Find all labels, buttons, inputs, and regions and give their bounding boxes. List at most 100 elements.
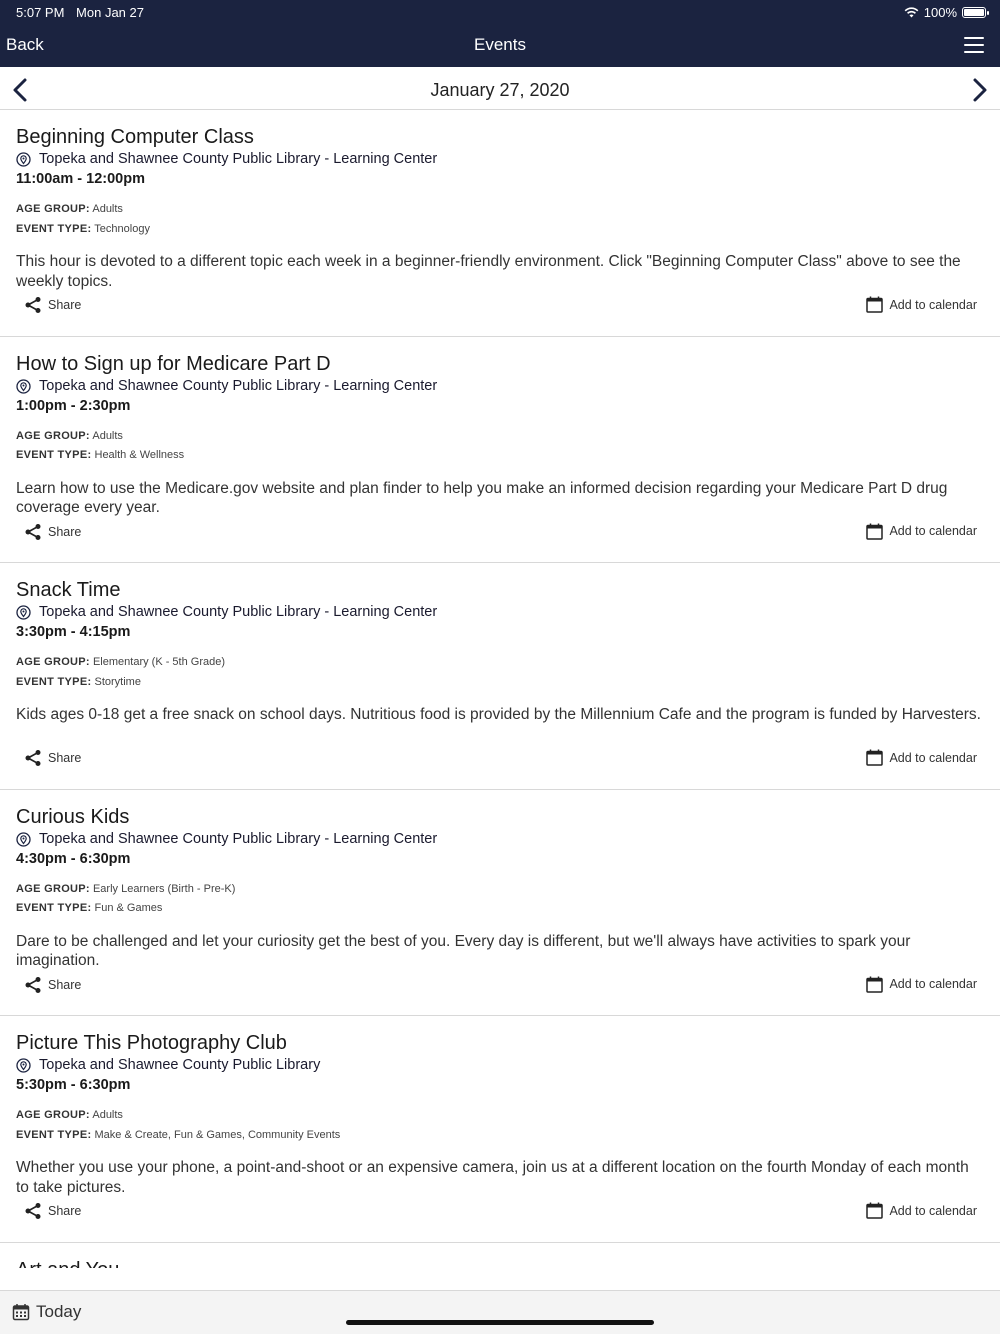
event-title[interactable]: Art and You (16, 1258, 984, 1269)
event-card[interactable]: Art and You (0, 1243, 1000, 1269)
share-button[interactable]: Share (24, 976, 81, 994)
calendar-icon (866, 1202, 884, 1219)
age-group-value: Elementary (K - 5th Grade) (92, 656, 226, 668)
add-to-calendar-label: Add to calendar (889, 297, 977, 312)
event-type-label: EVENT TYPE: (16, 902, 92, 914)
add-to-calendar-label: Add to calendar (889, 750, 977, 765)
age-group-label: AGE GROUP: (16, 203, 90, 215)
event-title[interactable]: Beginning Computer Class (16, 125, 984, 149)
event-location-text: Topeka and Shawnee County Public Library… (39, 377, 438, 394)
share-button[interactable]: Share (24, 1202, 81, 1220)
share-icon (25, 297, 41, 313)
add-to-calendar-label: Add to calendar (889, 977, 977, 991)
event-type-value: Storytime (94, 675, 141, 688)
age-group: AGE GROUP: Adults (16, 200, 984, 220)
event-list: Beginning Computer Class Topeka and Shawn… (0, 110, 1000, 1268)
event-location-text: Topeka and Shawnee County Public Library… (39, 604, 438, 620)
battery-percent: 100% (923, 5, 957, 20)
share-icon (25, 976, 41, 993)
calendar-icon (866, 296, 884, 313)
event-type: EVENT TYPE: Make & Create, Fun & Games, … (16, 1126, 984, 1146)
event-description: Whether you use your phone, a point-and-… (16, 1159, 969, 1196)
event-card[interactable]: Picture This Photography Club Topeka and … (0, 1016, 1000, 1243)
age-group-label: AGE GROUP: (16, 1109, 90, 1121)
share-button[interactable]: Share (24, 749, 81, 767)
share-button[interactable]: Share (24, 296, 81, 314)
location-pin-icon (16, 831, 31, 847)
event-description: Learn how to use the Medicare.gov websit… (16, 479, 948, 517)
age-group-label: AGE GROUP: (16, 882, 90, 895)
share-icon (25, 750, 41, 766)
event-title[interactable]: Snack Time (16, 578, 984, 602)
add-to-calendar-button[interactable]: Add to calendar (866, 523, 977, 540)
page-title: Events (474, 35, 526, 54)
event-location-text: Topeka and Shawnee County Public Library… (39, 151, 438, 167)
event-type-label: EVENT TYPE: (16, 1128, 92, 1141)
today-label: Today (36, 1302, 82, 1321)
add-to-calendar-button[interactable]: Add to calendar (866, 976, 977, 993)
event-title[interactable]: Curious Kids (16, 805, 984, 829)
event-type-label: EVENT TYPE: (16, 675, 92, 688)
share-label: Share (48, 524, 82, 539)
age-group-label: AGE GROUP: (16, 429, 90, 442)
age-group-value: Early Learners (Birth - Pre-K) (92, 882, 236, 895)
event-title[interactable]: Picture This Photography Club (16, 1031, 984, 1055)
status-bar-right: 100% (904, 5, 989, 20)
event-time: 3:30pm - 4:15pm (16, 624, 131, 640)
event-time: 11:00am - 12:00pm (16, 171, 145, 187)
event-actions: Share Add to calendar (16, 976, 984, 996)
event-location: Topeka and Shawnee County Public Library… (16, 603, 984, 622)
event-description: Dare to be challenged and let your curio… (16, 932, 911, 970)
calendar-icon (866, 523, 884, 540)
event-type: EVENT TYPE: Technology (16, 220, 984, 240)
event-type-value: Technology (94, 222, 150, 235)
event-description: Kids ages 0-18 get a free snack on schoo… (16, 706, 981, 723)
share-label: Share (48, 1204, 82, 1218)
age-group-value: Adults (92, 429, 123, 442)
event-card[interactable]: Beginning Computer Class Topeka and Shawn… (0, 110, 1000, 337)
event-actions: Share Add to calendar (16, 296, 984, 316)
bottom-toolbar: Today (0, 1290, 1000, 1334)
event-location-text: Topeka and Shawnee County Public Library (39, 1057, 321, 1073)
age-group-value: Adults (92, 203, 123, 215)
age-group: AGE GROUP: Adults (16, 427, 984, 447)
chevron-right-icon[interactable] (970, 77, 990, 103)
event-actions: Share Add to calendar (16, 523, 984, 543)
location-pin-icon (16, 605, 31, 620)
calendar-icon (12, 1304, 30, 1321)
event-type: EVENT TYPE: Health & Wellness (16, 446, 984, 466)
age-group-label: AGE GROUP: (16, 656, 90, 668)
event-description: This hour is devoted to a different topi… (16, 253, 961, 290)
share-label: Share (48, 977, 82, 992)
share-label: Share (48, 298, 82, 312)
event-type: EVENT TYPE: Storytime (16, 673, 984, 693)
event-type-value: Fun & Games (94, 902, 163, 914)
location-pin-icon (16, 152, 31, 167)
location-pin-icon (16, 1058, 31, 1073)
event-time: 1:00pm - 2:30pm (16, 397, 131, 414)
age-group-value: Adults (92, 1109, 123, 1121)
today-button[interactable]: Today (12, 1302, 81, 1322)
event-type-value: Make & Create, Fun & Games, Community Ev… (94, 1128, 341, 1141)
status-bar-left: 5:07 PM Mon Jan 27 (16, 5, 144, 20)
event-actions: Share Add to calendar (16, 749, 984, 769)
hamburger-menu-icon[interactable] (964, 37, 984, 53)
event-card[interactable]: Snack Time Topeka and Shawnee County Publ… (0, 563, 1000, 790)
home-indicator (346, 1320, 654, 1325)
add-to-calendar-button[interactable]: Add to calendar (866, 1202, 977, 1219)
event-type-value: Health & Wellness (94, 449, 185, 461)
share-button[interactable]: Share (24, 523, 81, 541)
event-time: 5:30pm - 6:30pm (16, 1077, 131, 1093)
add-to-calendar-button[interactable]: Add to calendar (866, 296, 977, 313)
event-location-text: Topeka and Shawnee County Public Library… (39, 830, 438, 847)
event-card[interactable]: Curious Kids Topeka and Shawnee County Pu… (0, 790, 1000, 1016)
event-location: Topeka and Shawnee County Public Library… (16, 830, 984, 849)
event-title[interactable]: How to Sign up for Medicare Part D (16, 352, 984, 376)
event-card[interactable]: How to Sign up for Medicare Part D Topeka… (0, 337, 1000, 563)
event-location: Topeka and Shawnee County Public Library… (16, 377, 984, 396)
add-to-calendar-label: Add to calendar (889, 524, 977, 538)
add-to-calendar-button[interactable]: Add to calendar (866, 749, 977, 766)
calendar-icon (866, 749, 884, 766)
event-type: EVENT TYPE: Fun & Games (16, 899, 984, 919)
navigation-header: 5:07 PM Mon Jan 27 100% Back Events (0, 0, 1000, 67)
